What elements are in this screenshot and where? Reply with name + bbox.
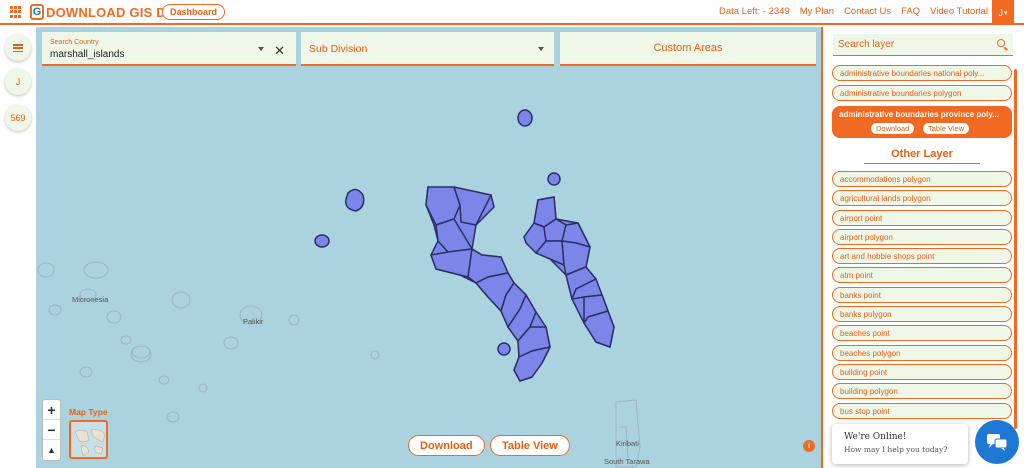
layer-search-input[interactable]: Search layer [833, 34, 1013, 56]
layer-item[interactable]: airport point [832, 210, 1012, 226]
layer-item-active[interactable]: administrative boundaries province poly.… [832, 106, 1012, 138]
contact-us-link[interactable]: Contact Us [844, 6, 891, 17]
credits-count-badge[interactable]: 569 [5, 105, 31, 131]
user-initial: J [998, 7, 1003, 18]
panel-scrollbar[interactable] [1014, 69, 1017, 429]
map-label-micronesia: Micronesia [72, 295, 109, 304]
layer-item[interactable]: administrative boundaries national poly.… [832, 65, 1012, 81]
subdivision-placeholder: Sub Division [309, 43, 368, 55]
layer-item[interactable]: beaches point [832, 325, 1012, 341]
map-label-palikir: Palikir [243, 317, 264, 326]
province-polygons [314, 109, 615, 382]
zoom-in-button[interactable]: + [43, 400, 60, 420]
map-label-kiribati: Kiribati [616, 439, 639, 448]
layer-item[interactable]: banks polygon [832, 306, 1012, 322]
chevron-down-icon [258, 47, 264, 51]
custom-areas-button[interactable]: Custom Areas [560, 32, 816, 66]
layer-panel: Search layer administrative boundaries n… [826, 27, 1024, 468]
layer-item[interactable]: agricultural lands polygon [832, 190, 1012, 206]
layer-item[interactable]: accommodations polygon [832, 171, 1012, 187]
map-svg [37, 109, 641, 468]
faq-link[interactable]: FAQ [901, 6, 920, 17]
dashboard-button[interactable]: Dashboard [162, 4, 226, 20]
data-left-counter: Data Left: - 2349 [718, 6, 790, 17]
layer-table-view-button[interactable]: Table View [923, 123, 970, 134]
map-type-thumbnail[interactable] [69, 420, 108, 459]
chevron-down-icon [538, 47, 544, 51]
chat-icon [987, 434, 1008, 451]
country-select[interactable]: Search Country marshall_islands ✕ [42, 32, 296, 66]
zoom-control: + − ▲ [42, 399, 61, 461]
my-plan-link[interactable]: My Plan [800, 6, 834, 17]
layer-item[interactable]: airport polygon [832, 229, 1012, 245]
layer-download-button[interactable]: Download [871, 123, 915, 134]
hamburger-icon [13, 44, 23, 52]
layer-item[interactable]: atm point [832, 267, 1012, 283]
chat-launcher-button[interactable] [975, 420, 1019, 464]
info-icon[interactable]: i [803, 440, 815, 452]
menu-button[interactable] [5, 35, 31, 61]
top-bar: G DOWNLOAD GIS DATA Dashboard Data Left:… [0, 0, 1024, 25]
other-layer-heading: Other Layer [864, 148, 980, 164]
layer-item[interactable]: building point [832, 364, 1012, 380]
compass-icon[interactable]: ▲ [43, 440, 60, 460]
layer-item[interactable]: beaches polygon [832, 345, 1012, 361]
layer-item[interactable]: administrative boundaries polygon [832, 85, 1012, 101]
world-map-icon [74, 429, 106, 457]
subdivision-select[interactable]: Sub Division [301, 32, 554, 66]
layer-item[interactable]: bus stop point [832, 403, 1012, 419]
map-canvas[interactable]: Micronesia Palikir Kiribati South Tarawa… [36, 27, 823, 468]
apps-grid-icon[interactable] [10, 6, 22, 18]
chevron-down-icon: ▾ [1003, 9, 1008, 17]
left-rail: J 569 [0, 27, 36, 468]
user-avatar-button[interactable]: J [5, 69, 31, 95]
search-icon[interactable] [997, 39, 1005, 47]
layer-item[interactable]: art and hobbie shops point [832, 248, 1012, 264]
layer-item[interactable]: building polygon [832, 383, 1012, 399]
video-tutorial-link[interactable]: Video Tutorial [930, 6, 988, 17]
active-layer-label: administrative boundaries province poly.… [839, 110, 999, 119]
country-select-value: marshall_islands [50, 49, 125, 60]
country-select-label: Search Country [50, 39, 99, 46]
layer-item[interactable]: banks point [832, 287, 1012, 303]
chat-help-text: How may I help you today? [844, 445, 948, 454]
chat-online-text: We're Online! [844, 432, 907, 442]
clear-icon[interactable]: ✕ [274, 43, 285, 59]
zoom-out-button[interactable]: − [43, 420, 60, 440]
map-type-label: Map Type [69, 407, 108, 417]
top-nav: Data Left: - 2349 My Plan Contact Us FAQ… [719, 6, 988, 17]
logo-mark: G [30, 4, 44, 20]
user-menu-button[interactable]: J ▾ [992, 0, 1014, 25]
layer-search-placeholder: Search layer [838, 39, 895, 50]
map-label-south-tarawa: South Tarawa [604, 457, 650, 466]
map-download-button[interactable]: Download [408, 435, 485, 456]
chat-popup[interactable]: We're Online! How may I help you today? [832, 424, 968, 464]
map-table-view-button[interactable]: Table View [490, 435, 570, 456]
